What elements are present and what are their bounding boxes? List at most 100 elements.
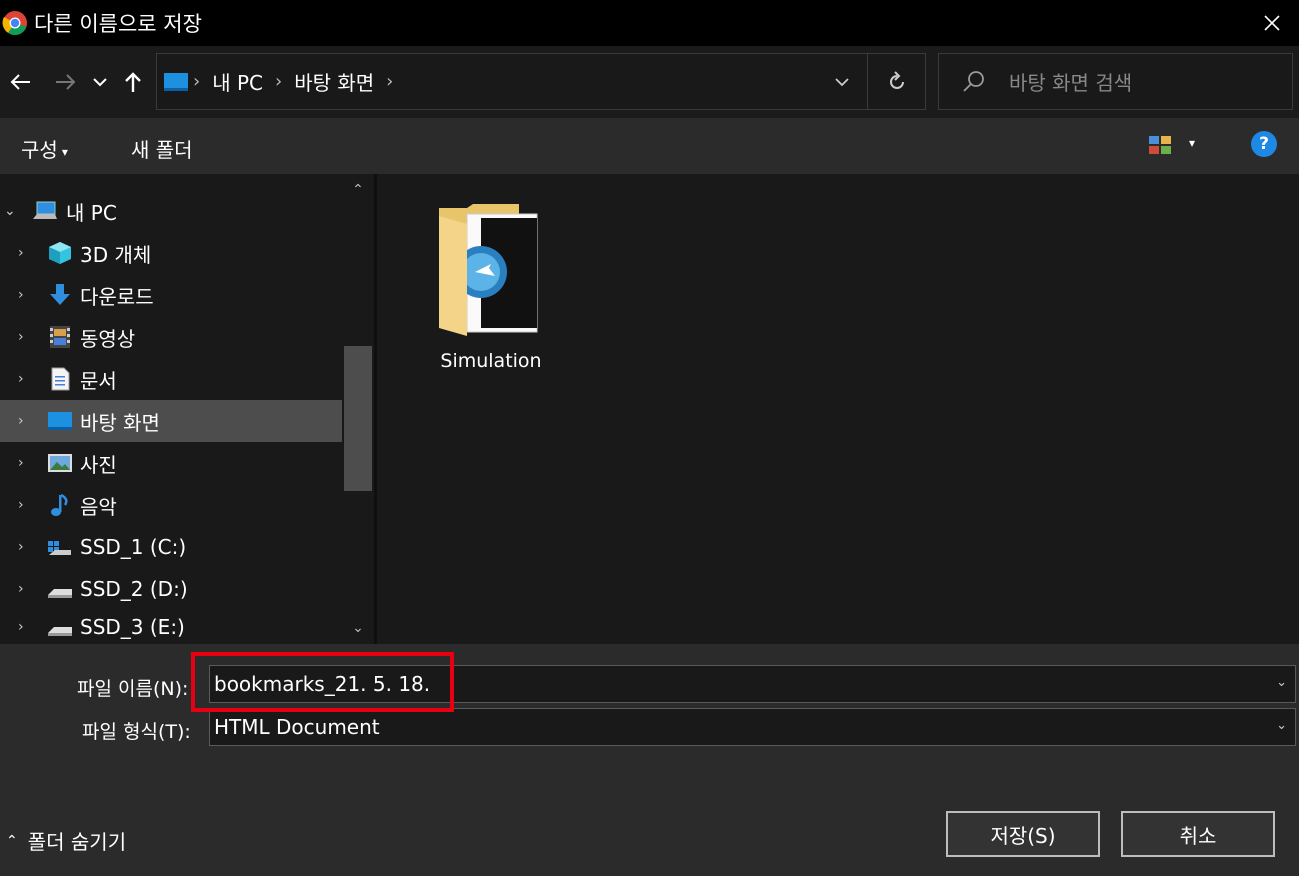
chevron-right-icon[interactable]: › (18, 371, 24, 387)
3d-objects-icon (49, 242, 71, 264)
breadcrumb-separator[interactable]: › (386, 71, 393, 92)
chevron-right-icon[interactable]: › (18, 329, 24, 345)
desktop-icon (164, 72, 188, 91)
navigation-bar: › 내 PC › 바탕 화면 › 바탕 화면 검색 (0, 46, 1299, 118)
tree-label: 바탕 화면 (80, 410, 160, 435)
back-arrow-icon (10, 74, 30, 90)
close-icon[interactable] (1257, 8, 1287, 38)
chevron-down-icon (835, 77, 849, 86)
tree-item-music[interactable]: › 음악 (0, 484, 342, 526)
music-icon (51, 493, 68, 516)
tree-label: 사진 (80, 452, 117, 477)
search-box[interactable]: 바탕 화면 검색 (938, 53, 1293, 110)
tree-item-ssd1[interactable]: › SSD_1 (C:) (0, 526, 342, 568)
scroll-thumb[interactable] (344, 346, 372, 491)
tree-item-ssd3[interactable]: › SSD_3 (E:) (0, 610, 342, 644)
organize-menu[interactable]: 구성 ▾ (21, 134, 68, 163)
tree-item-pictures[interactable]: › 사진 (0, 442, 342, 484)
video-icon (50, 326, 70, 348)
download-icon (50, 284, 70, 305)
refresh-button[interactable] (868, 53, 926, 110)
breadcrumb-my-pc[interactable]: 내 PC (212, 67, 263, 96)
chevron-right-icon[interactable]: › (18, 287, 24, 303)
breadcrumb-separator: › (275, 71, 283, 92)
tree-item-desktop[interactable]: › 바탕 화면 (0, 400, 342, 442)
pictures-icon (48, 454, 72, 472)
scroll-down-icon[interactable]: ⌄ (350, 620, 366, 636)
address-bar[interactable]: › 내 PC › 바탕 화면 › (156, 53, 868, 110)
drive-icon (48, 627, 72, 636)
tree-label: 3D 개체 (80, 242, 152, 267)
folder-icon (439, 204, 538, 336)
up-button[interactable] (120, 68, 146, 96)
save-button[interactable]: 저장(S) (946, 811, 1100, 857)
pc-icon (33, 201, 57, 219)
chevron-right-icon[interactable]: › (18, 539, 24, 555)
search-icon (963, 70, 984, 92)
tree-label: 음악 (80, 494, 117, 519)
tree-item-downloads[interactable]: › 다운로드 (0, 274, 342, 316)
chevron-down-icon[interactable]: ⌄ (4, 203, 16, 219)
new-folder-button[interactable]: 새 폴더 (131, 134, 193, 163)
tree-item-documents[interactable]: › 문서 (0, 358, 342, 400)
navigation-scrollbar[interactable]: ⌃ ⌄ (342, 174, 374, 644)
breadcrumb-separator: › (193, 71, 201, 92)
tree-item-videos[interactable]: › 동영상 (0, 316, 342, 358)
filetype-value: HTML Document (214, 715, 380, 739)
chevron-right-icon[interactable]: › (18, 619, 24, 635)
back-button[interactable] (6, 68, 34, 96)
tree-label: 문서 (80, 368, 117, 393)
organize-label: 구성 (21, 138, 58, 162)
address-dropdown-button[interactable] (816, 53, 868, 110)
folder-name: Simulation (440, 350, 542, 372)
highlight-box (191, 652, 454, 712)
view-options-icon[interactable] (1148, 134, 1172, 156)
filetype-label: 파일 형식(T): (82, 721, 191, 743)
chevron-right-icon[interactable]: › (18, 413, 24, 429)
search-placeholder: 바탕 화면 검색 (1009, 71, 1133, 95)
chevron-down-icon (93, 78, 107, 87)
hide-folders-label: 폴더 숨기기 (27, 830, 127, 854)
recent-locations-button[interactable] (90, 68, 110, 96)
system-drive-icon (48, 541, 71, 555)
tree-label: 다운로드 (80, 284, 154, 309)
desktop-icon (48, 412, 72, 430)
chevron-right-icon[interactable]: › (18, 245, 24, 261)
window-title: 다른 이름으로 저장 (34, 12, 202, 36)
breadcrumb-desktop[interactable]: 바탕 화면 (294, 67, 374, 96)
forward-button[interactable] (52, 68, 80, 96)
tree-label: SSD_2 (D:) (80, 577, 188, 601)
folder-item[interactable]: Simulation (437, 202, 545, 382)
view-dropdown-icon[interactable]: ▾ (1189, 136, 1195, 150)
tree-item-my-pc[interactable]: ⌄ 내 PC (0, 190, 342, 232)
tree-item-3d-objects[interactable]: › 3D 개체 (0, 232, 342, 274)
tree-item-ssd2[interactable]: › SSD_2 (D:) (0, 568, 342, 610)
document-icon (51, 367, 70, 391)
chevron-right-icon[interactable]: › (18, 581, 24, 597)
cancel-button[interactable]: 취소 (1121, 811, 1275, 857)
hide-folders-button[interactable]: ⌃ 폴더 숨기기 (6, 826, 126, 855)
tree-label: SSD_3 (E:) (80, 615, 185, 639)
chevron-right-icon[interactable]: › (18, 455, 24, 471)
filename-label: 파일 이름(N): (77, 678, 189, 700)
chevron-right-icon[interactable]: › (18, 497, 24, 513)
chevron-down-icon[interactable]: ⌄ (1276, 718, 1287, 733)
chevron-up-icon: ⌃ (6, 832, 18, 849)
chevron-down-icon[interactable]: ⌄ (1276, 675, 1287, 690)
refresh-icon (889, 70, 904, 89)
drive-icon (48, 589, 72, 598)
tree-label: 내 PC (66, 200, 117, 225)
filetype-select[interactable]: HTML Document ⌄ (209, 708, 1296, 746)
up-arrow-icon (125, 72, 141, 92)
title-bar: 다른 이름으로 저장 (0, 0, 1299, 46)
chrome-icon (2, 11, 27, 36)
caret-down-icon: ▾ (61, 144, 68, 159)
tree-label: SSD_1 (C:) (80, 535, 187, 559)
file-list: Simulation (377, 174, 1299, 644)
help-icon[interactable]: ? (1251, 131, 1277, 157)
scroll-up-icon[interactable]: ⌃ (350, 182, 366, 198)
navigation-pane: ⌄ 내 PC › 3D 개체 › 다운로드 › 동영상 › 문서 › 바탕 화면… (0, 174, 342, 644)
command-bar: 구성 ▾ 새 폴더 ▾ (0, 118, 1299, 174)
tree-label: 동영상 (80, 326, 136, 351)
forward-arrow-icon (56, 74, 76, 90)
